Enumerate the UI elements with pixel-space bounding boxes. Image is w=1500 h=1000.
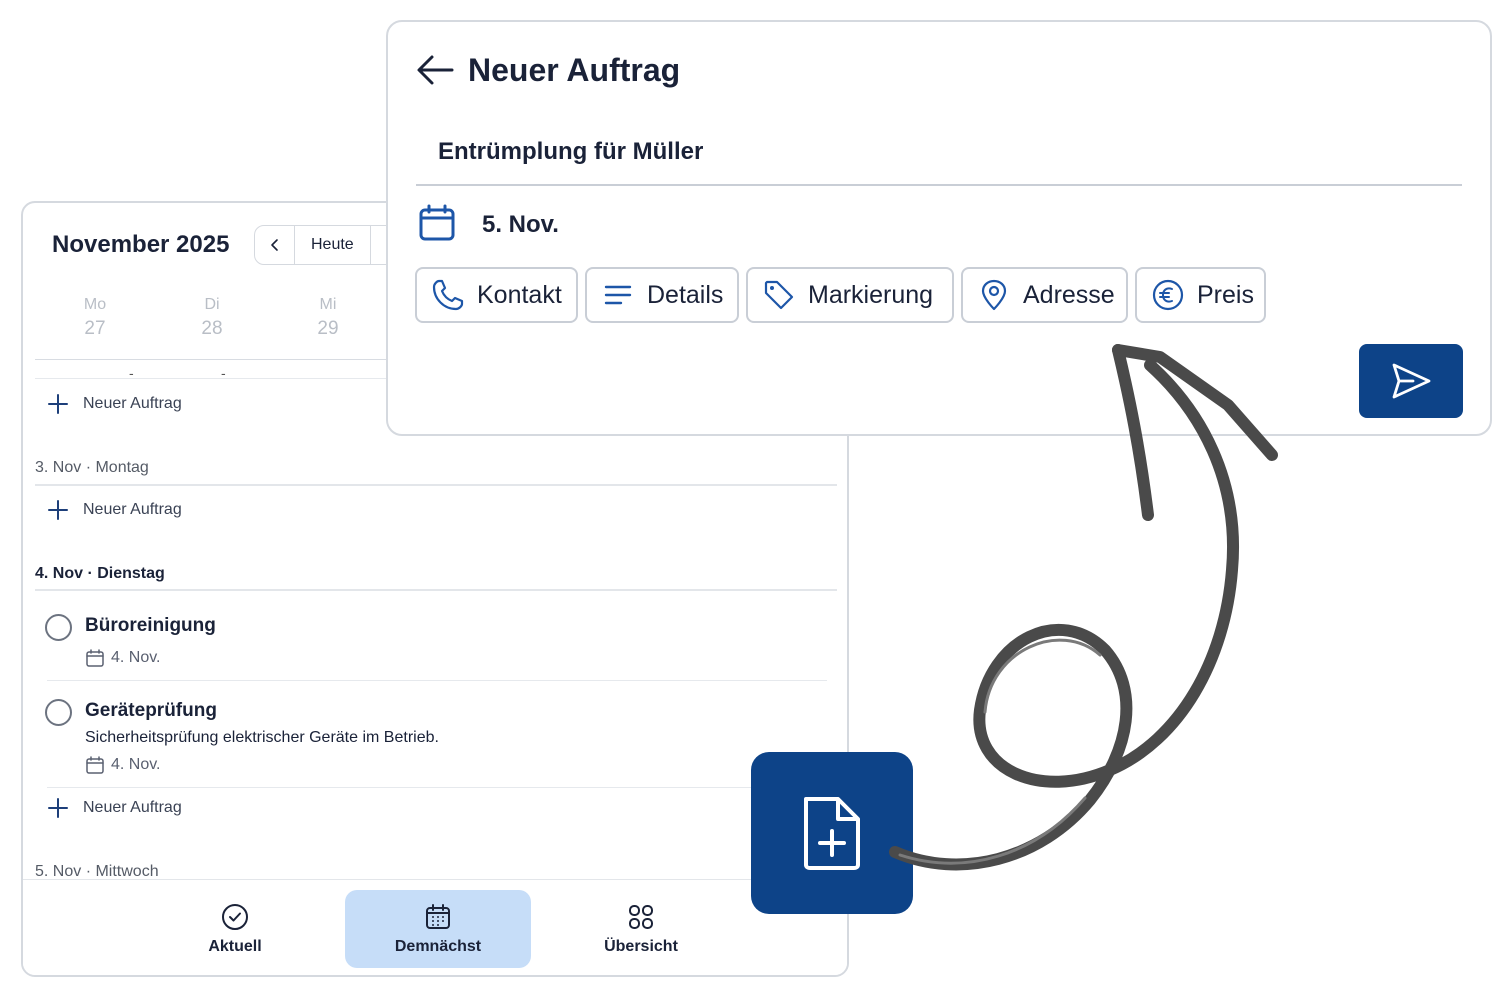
lines-icon xyxy=(604,285,632,305)
address-chip[interactable]: Adresse xyxy=(961,267,1128,323)
weekday-number: 29 xyxy=(317,318,339,339)
day-section-heading: 3. Nov · Montag xyxy=(35,459,149,476)
weekday-column[interactable]: Mi 29 xyxy=(298,296,358,340)
weekday-number: 28 xyxy=(201,318,223,339)
back-button[interactable] xyxy=(416,52,456,88)
check-circle-icon xyxy=(222,904,248,930)
nav-item-label: Demnächst xyxy=(394,938,482,955)
nav-item-demnaechst[interactable]: Demnächst xyxy=(345,890,531,968)
price-chip[interactable]: Preis xyxy=(1135,267,1266,323)
chip-label: Preis xyxy=(1197,280,1254,309)
add-order-label: Neuer Auftrag xyxy=(83,501,182,518)
order-date[interactable]: 5. Nov. xyxy=(482,211,559,239)
task-title: Geräteprüfung xyxy=(85,700,217,721)
day-section-heading: 4. Nov · Dienstag xyxy=(35,565,165,582)
add-order-button[interactable]: Neuer Auftrag xyxy=(47,393,182,415)
chevron-left-icon xyxy=(270,239,278,251)
chip-label: Kontakt xyxy=(477,280,562,309)
task-description: Sicherheitsprüfung elektrischer Geräte i… xyxy=(85,729,439,746)
dialog-title: Neuer Auftrag xyxy=(468,52,681,88)
task-date: 4. Nov. xyxy=(85,648,161,668)
add-order-button[interactable]: Neuer Auftrag xyxy=(47,499,182,521)
divider xyxy=(35,484,837,486)
calendar-icon xyxy=(426,904,450,929)
plus-icon xyxy=(48,798,68,818)
divider xyxy=(35,589,837,591)
nav-item-aktuell[interactable]: Aktuell xyxy=(142,890,328,968)
task-checkbox[interactable] xyxy=(45,614,72,641)
divider xyxy=(47,787,827,788)
chip-label: Details xyxy=(647,280,724,309)
send-icon xyxy=(1392,363,1431,399)
divider xyxy=(47,680,827,681)
new-order-dialog: Neuer Auftrag Entrümplung für Müller 5. … xyxy=(386,20,1492,436)
month-title: November 2025 xyxy=(52,231,230,258)
bottom-navigation: Aktuell Demnächst Übersicht xyxy=(23,879,847,975)
today-button[interactable]: Heute xyxy=(295,226,371,264)
weekday-column[interactable]: Di 28 xyxy=(182,296,242,340)
previous-button[interactable] xyxy=(255,226,295,264)
details-chip[interactable]: Details xyxy=(585,267,739,323)
phone-icon xyxy=(432,279,464,311)
nav-item-label: Übersicht xyxy=(604,938,678,955)
new-order-fab[interactable] xyxy=(751,752,913,914)
nav-item-uebersicht[interactable]: Übersicht xyxy=(548,890,734,968)
add-order-label: Neuer Auftrag xyxy=(83,395,182,412)
marking-chip[interactable]: Markierung xyxy=(746,267,954,323)
send-button[interactable] xyxy=(1359,344,1463,418)
grid-icon xyxy=(629,905,653,929)
contact-chip[interactable]: Kontakt xyxy=(415,267,578,323)
task-date-label: 4. Nov. xyxy=(111,756,161,773)
task-date-label: 4. Nov. xyxy=(111,649,161,666)
add-order-button[interactable]: Neuer Auftrag xyxy=(47,797,182,819)
task-checkbox[interactable] xyxy=(45,699,72,726)
new-document-icon xyxy=(804,797,860,870)
add-order-label: Neuer Auftrag xyxy=(83,799,182,816)
order-name-input[interactable]: Entrümplung für Müller xyxy=(438,138,703,166)
weekday-number: 27 xyxy=(84,318,106,339)
calendar-icon xyxy=(86,649,104,667)
location-pin-icon xyxy=(981,279,1007,311)
chip-label: Adresse xyxy=(1023,280,1115,309)
input-underline xyxy=(416,184,1462,186)
nav-item-label: Aktuell xyxy=(208,938,262,955)
weekday-name: Di xyxy=(204,296,220,313)
euro-icon xyxy=(1152,279,1184,311)
plus-icon xyxy=(48,394,68,414)
plus-icon xyxy=(48,500,68,520)
weekday-name: Mi xyxy=(319,296,337,313)
task-date: 4. Nov. xyxy=(85,755,161,775)
weekday-column[interactable]: Mo 27 xyxy=(65,296,125,340)
arrow-left-icon xyxy=(417,55,454,85)
calendar-icon[interactable] xyxy=(418,204,456,242)
calendar-icon xyxy=(86,756,104,774)
chip-label: Markierung xyxy=(808,280,934,309)
task-title: Büroreinigung xyxy=(85,615,216,636)
weekday-name: Mo xyxy=(83,296,107,313)
tag-icon xyxy=(764,280,794,310)
